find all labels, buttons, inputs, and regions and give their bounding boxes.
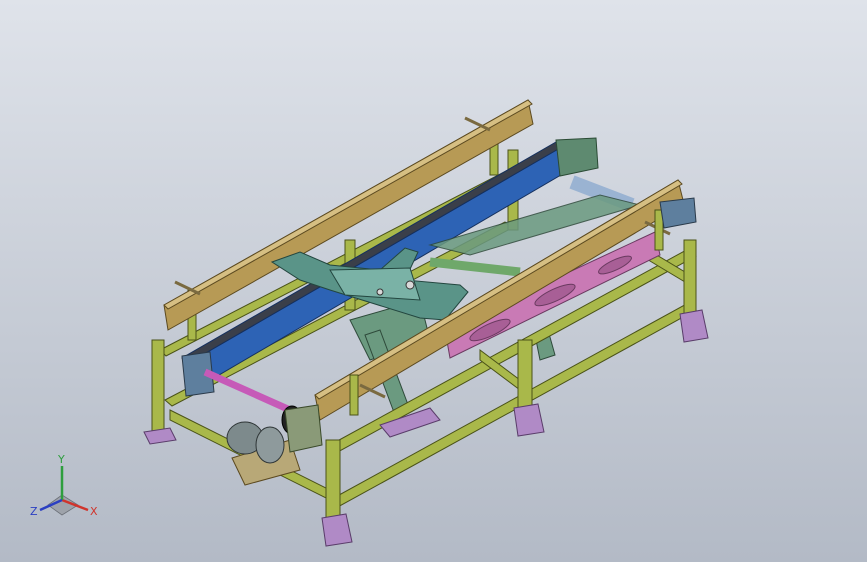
drive-bracket <box>284 404 323 453</box>
orientation-triad: X Y Z <box>30 453 98 518</box>
x-axis-label: X <box>90 505 98 518</box>
frame-leg <box>683 239 697 316</box>
y-axis-label: Y <box>57 453 65 466</box>
leveling-foot <box>143 427 177 445</box>
rail-post <box>349 374 359 416</box>
z-axis-label: Z <box>30 505 38 518</box>
pivot-pin <box>405 280 415 290</box>
leveling-foot <box>679 309 709 343</box>
frame-leg <box>517 339 533 411</box>
pivot-pin <box>376 288 384 296</box>
drive-shaft <box>203 368 292 414</box>
gearbox <box>255 426 285 464</box>
conveyor-assembly-model: X Y Z <box>30 99 709 547</box>
drive-unit <box>226 404 323 486</box>
cross-shaft <box>429 257 521 277</box>
cad-viewport[interactable]: X Y Z <box>0 0 867 562</box>
frame-leg <box>151 339 165 433</box>
frame-leg <box>325 439 341 521</box>
leveling-foot <box>321 513 353 547</box>
end-plate <box>555 137 599 177</box>
end-plate <box>659 197 697 229</box>
leveling-foot <box>513 403 545 437</box>
